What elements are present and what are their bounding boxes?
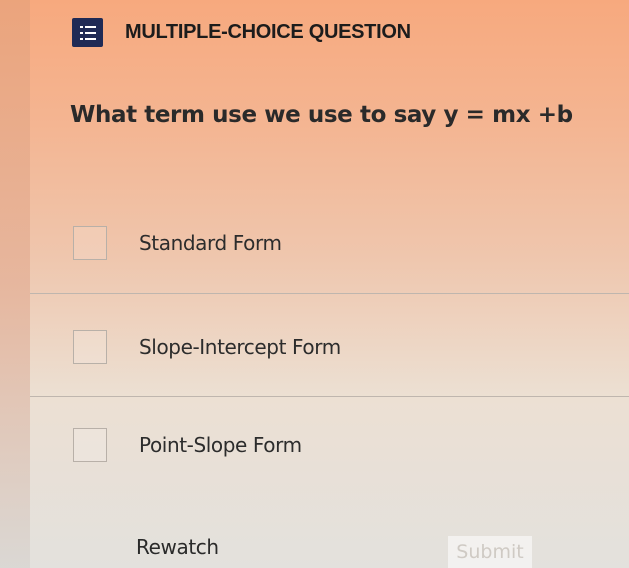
option-label: Slope-Intercept Form [139, 335, 341, 359]
option-slope-intercept-form[interactable]: Slope-Intercept Form [30, 317, 629, 377]
left-edge-strip [0, 0, 30, 568]
rewatch-button[interactable]: Rewatch [136, 535, 219, 559]
question-type-title: MULTIPLE-CHOICE QUESTION [125, 21, 411, 43]
question-text: What term use we use to say y = mx +b [70, 102, 573, 128]
question-list-icon [72, 18, 103, 47]
question-header: MULTIPLE-CHOICE QUESTION [72, 18, 411, 47]
option-checkbox[interactable] [73, 330, 107, 364]
submit-button[interactable]: Submit [448, 536, 532, 568]
option-checkbox[interactable] [73, 226, 107, 260]
option-label: Standard Form [139, 231, 282, 255]
option-checkbox[interactable] [73, 428, 107, 462]
option-divider [30, 396, 629, 397]
option-point-slope-form[interactable]: Point-Slope Form [30, 415, 629, 475]
option-standard-form[interactable]: Standard Form [30, 213, 629, 273]
option-divider [30, 293, 629, 294]
option-label: Point-Slope Form [139, 433, 302, 457]
